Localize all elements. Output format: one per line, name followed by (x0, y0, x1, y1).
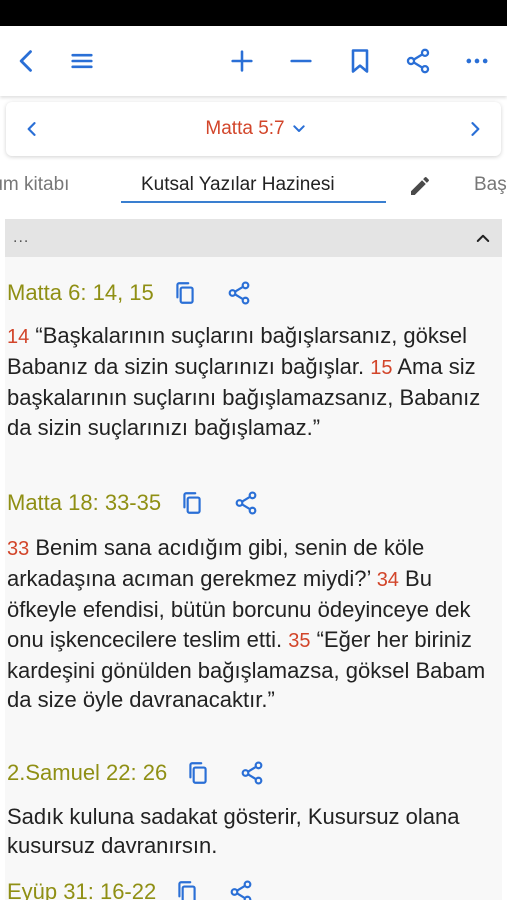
next-verse-icon[interactable] (461, 115, 489, 143)
module-tabs: rum kitabı Kutsal Yazılar Hazinesi Baş (0, 166, 507, 206)
tab-study-book[interactable]: rum kitabı (0, 174, 69, 196)
cross-ref-header: Matta 6: 14, 15 (7, 278, 278, 308)
verse-segment: Benim sana acıdığım gibi, senin de köle … (7, 535, 425, 592)
verse-number: 14 (7, 326, 30, 348)
chevron-up-icon[interactable] (474, 229, 492, 247)
pencil-icon[interactable] (406, 172, 434, 200)
cross-ref-link[interactable]: Matta 18: 33-35 (7, 490, 161, 516)
verse-text: 14 “Başkalarının suçlarını bağışlarsanız… (7, 321, 495, 442)
verse-text: 33 Benim sana acıdığım gibi, senin de kö… (7, 533, 495, 714)
copy-icon[interactable] (170, 278, 200, 308)
reference-text: Matta 5:7 (205, 118, 285, 139)
share-icon[interactable] (400, 43, 436, 79)
cross-ref-header: Eyüp 31: 16-22 (7, 877, 280, 900)
previous-verse-icon[interactable] (18, 115, 46, 143)
menu-icon[interactable] (64, 43, 100, 79)
chevron-down-icon (292, 125, 305, 132)
panel-header-text: ... (13, 229, 30, 246)
verse-segment: Sadık kuluna sadakat gösterir, Kusursuz … (7, 804, 460, 859)
tab-next-module[interactable]: Baş (474, 174, 507, 196)
cross-ref-header: Matta 18: 33-35 (7, 488, 285, 518)
back-chevron-icon[interactable] (9, 43, 45, 79)
cross-ref-header: 2.Samuel 22: 26 (7, 758, 291, 788)
active-tab-indicator (121, 201, 386, 203)
copy-icon[interactable] (183, 758, 213, 788)
copy-icon[interactable] (177, 488, 207, 518)
panel-header[interactable]: ... (5, 219, 502, 257)
verse-text: Sadık kuluna sadakat gösterir, Kusursuz … (7, 802, 495, 860)
share-icon[interactable] (231, 488, 261, 518)
plus-icon[interactable] (224, 43, 260, 79)
cross-ref-link[interactable]: Eyüp 31: 16-22 (7, 879, 156, 900)
share-icon[interactable] (224, 278, 254, 308)
cross-reference-list: Matta 6: 14, 15 14 “Başkalarının suçları… (5, 257, 502, 900)
share-icon[interactable] (226, 877, 256, 900)
reference-bar: Matta 5:7 (6, 102, 501, 156)
top-toolbar (0, 26, 507, 96)
cross-ref-link[interactable]: Matta 6: 14, 15 (7, 280, 154, 306)
verse-number: 15 (370, 357, 393, 380)
bookmark-icon[interactable] (342, 43, 378, 79)
more-icon[interactable] (459, 43, 495, 79)
share-icon[interactable] (237, 758, 267, 788)
verse-number: 33 (7, 538, 30, 560)
minus-icon[interactable] (283, 43, 319, 79)
copy-icon[interactable] (172, 877, 202, 900)
tab-treasury[interactable]: Kutsal Yazılar Hazinesi (141, 174, 335, 196)
cross-ref-link[interactable]: 2.Samuel 22: 26 (7, 760, 167, 786)
verse-number: 34 (376, 569, 399, 592)
status-bar (0, 0, 507, 26)
reference-selector[interactable]: Matta 5:7 (156, 116, 356, 142)
verse-number: 35 (288, 629, 311, 652)
